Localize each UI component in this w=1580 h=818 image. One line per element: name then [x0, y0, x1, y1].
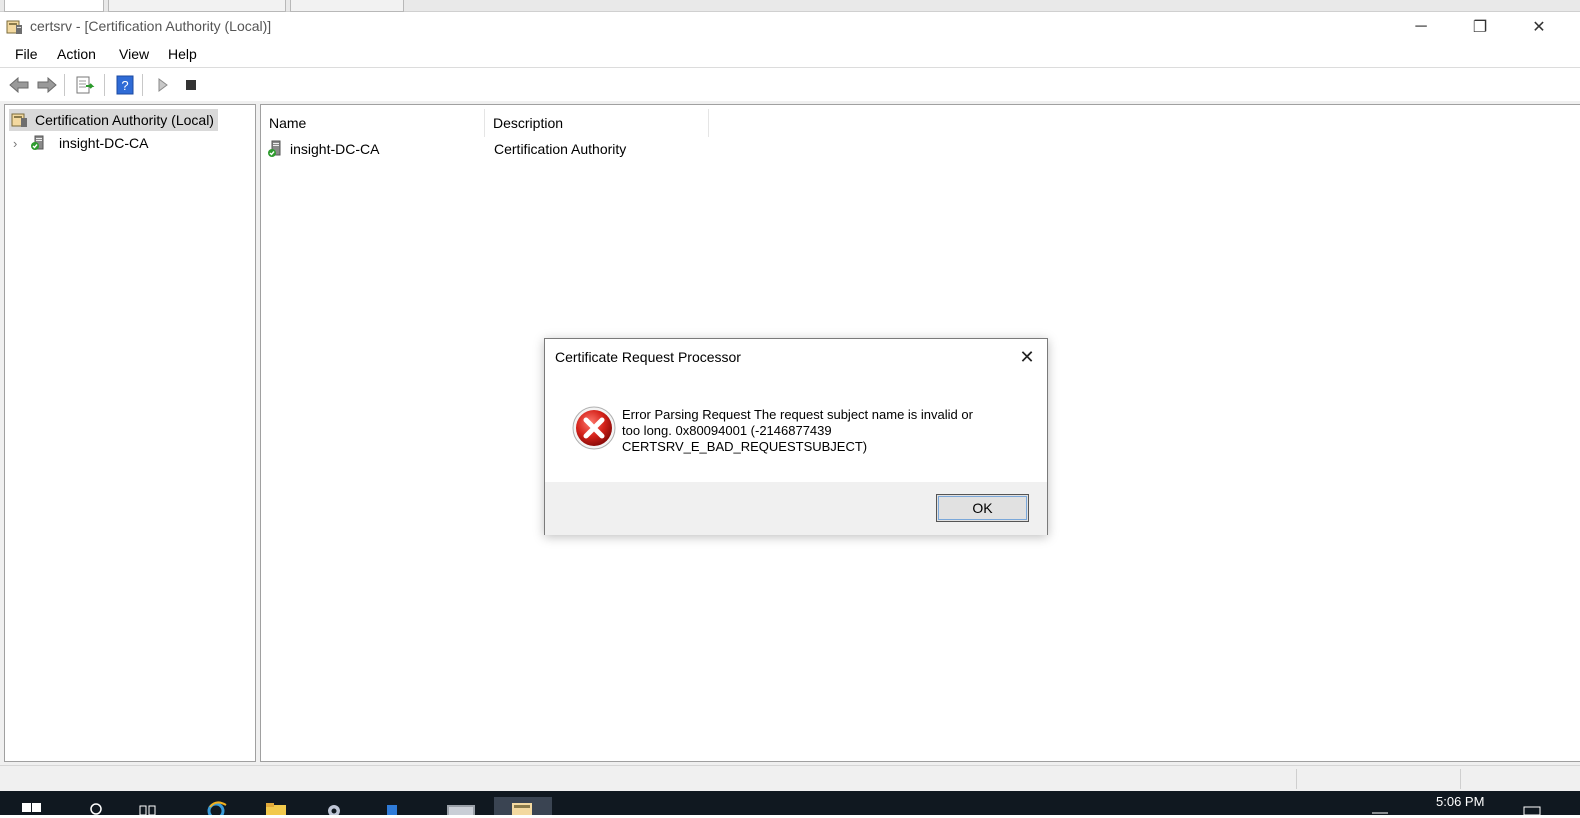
menu-bar: File Action View Help [0, 42, 1580, 68]
mmc-console-icon[interactable] [446, 797, 475, 815]
toolbar-separator [64, 74, 65, 96]
ca-server-icon [27, 135, 49, 151]
settings-gear-icon[interactable] [322, 797, 346, 817]
console-tree: Certification Authority (Local) › insigh… [4, 104, 256, 762]
tab-2[interactable] [108, 0, 286, 12]
internet-explorer-icon[interactable] [204, 797, 228, 818]
error-message-line: CERTSRV_E_BAD_REQUESTSUBJECT) [622, 439, 868, 454]
ok-button[interactable]: OK [936, 494, 1029, 522]
close-button[interactable]: ✕ [1516, 12, 1562, 42]
tree-item-insight-dc-ca[interactable]: › insight-DC-CA [13, 132, 148, 154]
error-icon [571, 405, 617, 451]
toolbar-separator [104, 74, 105, 96]
stop-service-icon[interactable] [180, 74, 202, 96]
tab-1[interactable] [4, 0, 104, 12]
certification-authority-icon [9, 112, 31, 128]
window-title: certsrv - [Certification Authority (Loca… [30, 18, 272, 34]
tree-root-item[interactable]: Certification Authority (Local) [9, 109, 218, 131]
start-service-icon[interactable] [152, 74, 174, 96]
forward-arrow-icon[interactable] [36, 74, 58, 96]
column-header-name[interactable]: Name [261, 109, 485, 137]
tab-strip [0, 0, 1580, 12]
tab-3[interactable] [290, 0, 404, 12]
minimize-button[interactable]: ─ [1398, 12, 1444, 42]
toolbar-separator [142, 74, 143, 96]
status-bar [0, 765, 1580, 791]
export-list-icon[interactable] [74, 74, 96, 96]
server-manager-icon[interactable] [380, 797, 404, 815]
error-message-line: too long. 0x80094001 (-2146877439 [622, 423, 832, 438]
dialog-title: Certificate Request Processor [555, 349, 741, 365]
list-row[interactable]: insight-DC-CA Certification Authority [267, 139, 767, 161]
title-bar: certsrv - [Certification Authority (Loca… [0, 12, 1580, 42]
search-icon[interactable] [86, 797, 110, 815]
menu-action[interactable]: Action [57, 46, 96, 62]
help-icon[interactable]: ? [114, 74, 136, 96]
row-description: Certification Authority [494, 141, 627, 157]
certsrv-taskbar-button[interactable] [494, 797, 552, 815]
taskbar-clock[interactable]: 5:06 PM [1436, 794, 1484, 809]
error-dialog: Certificate Request Processor ✕ Error Pa… [544, 338, 1048, 535]
certsrv-app-icon [6, 19, 24, 35]
column-header-description[interactable]: Description [485, 109, 709, 137]
svg-text:?: ? [121, 78, 128, 93]
expand-chevron-icon[interactable]: › [13, 136, 27, 151]
ca-server-icon [267, 140, 283, 161]
dialog-close-button[interactable]: ✕ [1017, 347, 1037, 367]
taskbar [0, 791, 1580, 818]
toolbar: ? [0, 69, 1580, 101]
windows-start-icon[interactable] [20, 797, 44, 815]
row-name: insight-DC-CA [290, 141, 380, 157]
file-explorer-icon[interactable] [264, 797, 288, 815]
error-message: Error Parsing Request The request subjec… [622, 407, 1022, 455]
menu-help[interactable]: Help [168, 46, 197, 62]
error-message-line: Error Parsing Request The request subjec… [622, 407, 973, 422]
back-arrow-icon[interactable] [8, 74, 30, 96]
status-divider [1296, 769, 1297, 789]
tree-child-label: insight-DC-CA [59, 135, 149, 151]
menu-view[interactable]: View [119, 46, 149, 62]
system-tray-icon[interactable] [1368, 797, 1392, 815]
task-view-icon[interactable] [136, 797, 160, 816]
status-divider [1460, 769, 1461, 789]
notifications-icon[interactable] [1520, 797, 1544, 816]
menu-file[interactable]: File [15, 46, 38, 62]
restore-button[interactable]: ❐ [1457, 12, 1503, 42]
tree-root-label: Certification Authority (Local) [35, 112, 214, 128]
